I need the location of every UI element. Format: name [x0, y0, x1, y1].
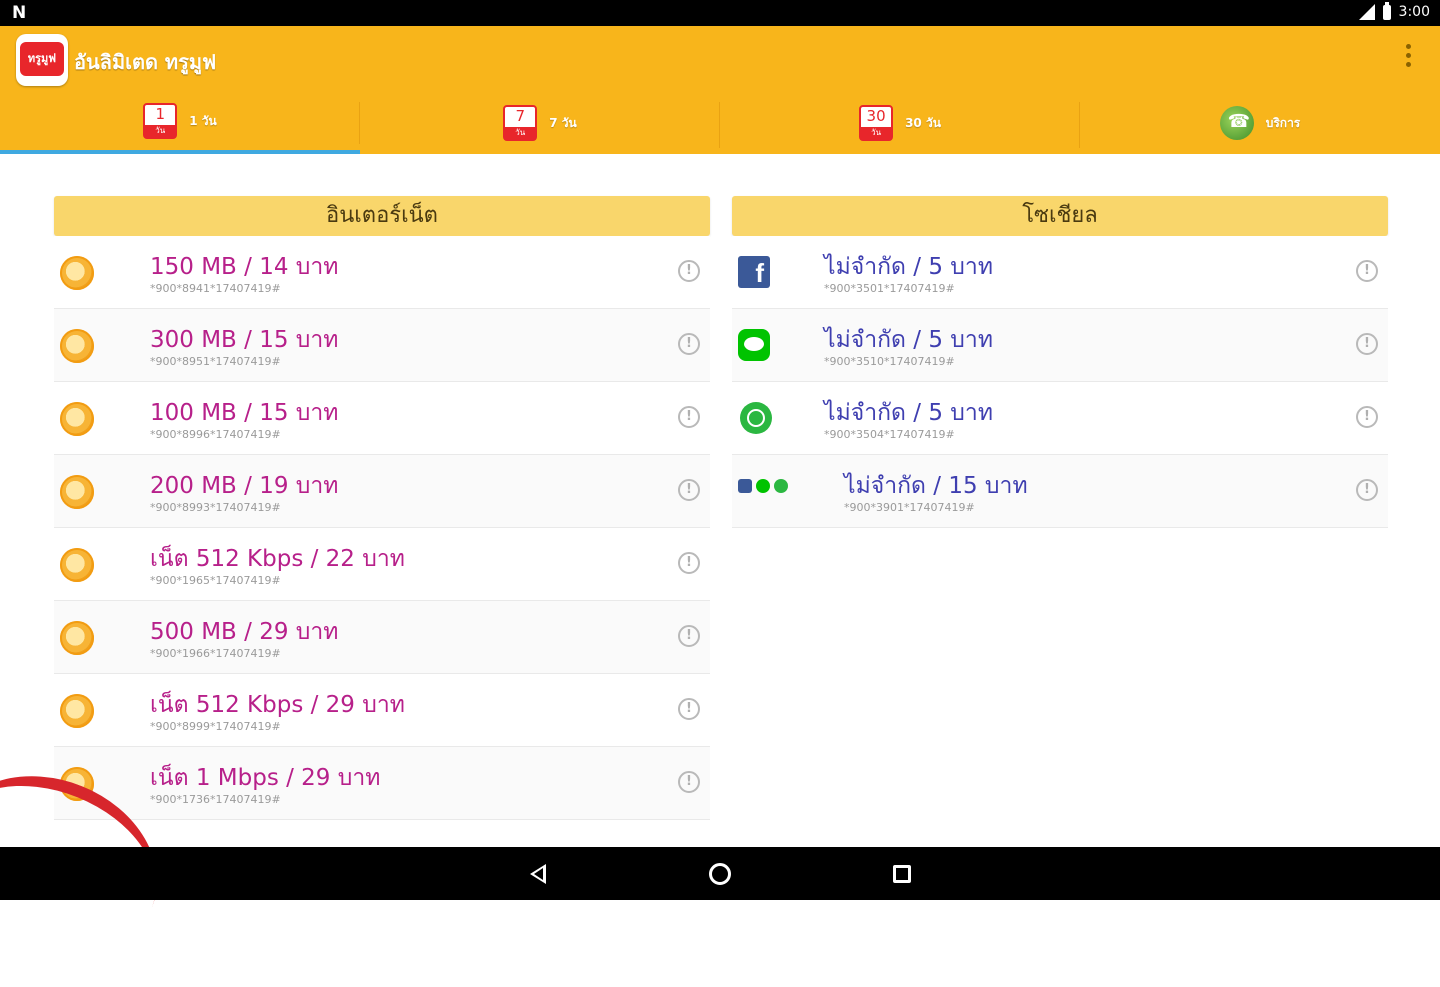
- coin-icon: [60, 694, 94, 728]
- package-row[interactable]: ไม่จำกัด / 5 บาท *900*3510*17407419# !: [732, 309, 1388, 382]
- tab-label: 30 วัน: [905, 115, 941, 130]
- package-row[interactable]: ไม่จำกัด / 5 บาท *900*3504*17407419# !: [732, 382, 1388, 455]
- app-bar: ทรูมูฟ อันลิมิเตด ทรูมูฟ: [0, 26, 1440, 93]
- section-header-social: โซเชียล: [732, 196, 1388, 236]
- ussd-code: *900*3501*17407419#: [824, 282, 955, 295]
- signal-icon: [1358, 4, 1375, 20]
- system-nav-bar: [0, 847, 1440, 900]
- battery-icon: [1382, 1, 1391, 20]
- package-title: 200 MB / 19 บาท: [150, 473, 339, 499]
- coin-icon: [60, 329, 94, 363]
- info-icon[interactable]: !: [678, 406, 700, 428]
- package-row[interactable]: เน็ต 512 Kbps / 29 บาท *900*8999*1740741…: [54, 674, 710, 747]
- info-icon[interactable]: !: [1356, 260, 1378, 282]
- app-title: อันลิมิเตด ทรูมูฟ: [74, 50, 217, 74]
- internet-packages: อินเตอร์เน็ต 150 MB / 14 บาท *900*8941*1…: [54, 196, 710, 820]
- tab-1-day[interactable]: 1 วัน 1 วัน: [0, 92, 360, 154]
- back-icon[interactable]: [526, 860, 554, 888]
- coin-icon: [60, 621, 94, 655]
- info-icon[interactable]: !: [678, 552, 700, 574]
- info-icon[interactable]: !: [1356, 479, 1378, 501]
- line-icon: [738, 329, 770, 361]
- ussd-code: *900*3510*17407419#: [824, 355, 955, 368]
- package-title: ไม่จำกัด / 15 บาท: [844, 473, 1028, 499]
- info-icon[interactable]: !: [1356, 333, 1378, 355]
- package-row[interactable]: ไม่จำกัด / 5 บาท *900*3501*17407419# !: [732, 236, 1388, 309]
- tab-30-days[interactable]: 30 วัน 30 วัน: [720, 92, 1080, 154]
- package-title: เน็ต 512 Kbps / 29 บาท: [150, 692, 405, 718]
- home-icon[interactable]: [706, 860, 734, 888]
- info-icon[interactable]: !: [1356, 406, 1378, 428]
- section-header-internet: อินเตอร์เน็ต: [54, 196, 710, 236]
- info-icon[interactable]: !: [678, 771, 700, 793]
- info-icon[interactable]: !: [678, 260, 700, 282]
- social-packages: โซเชียล ไม่จำกัด / 5 บาท *900*3501*17407…: [732, 196, 1388, 528]
- multi-social-icon: [738, 479, 788, 493]
- package-row[interactable]: 150 MB / 14 บาท *900*8941*17407419# !: [54, 236, 710, 309]
- info-icon[interactable]: !: [678, 479, 700, 501]
- ussd-code: *900*1966*17407419#: [150, 647, 281, 660]
- package-row[interactable]: 500 MB / 29 บาท *900*1966*17407419# !: [54, 601, 710, 674]
- package-title: เน็ต 512 Kbps / 22 บาท: [150, 546, 405, 572]
- coin-icon: [60, 475, 94, 509]
- phone-icon: [1219, 106, 1254, 140]
- package-row[interactable]: ไม่จำกัด / 15 บาท *900*3901*17407419# !: [732, 455, 1388, 528]
- package-list: 150 MB / 14 บาท *900*8941*17407419# ! 30…: [54, 236, 710, 820]
- overflow-menu-icon[interactable]: [1406, 44, 1412, 67]
- ussd-code: *900*8993*17407419#: [150, 501, 281, 514]
- tab-label: 1 วัน: [189, 113, 217, 128]
- tab-bar: 1วัน 1 วัน 7วัน 7 วัน 30วัน 30 วัน บริกา…: [0, 92, 1440, 154]
- tab-label: 7 วัน: [549, 115, 577, 130]
- ussd-code: *900*1965*17407419#: [150, 574, 281, 587]
- ussd-code: *900*8951*17407419#: [150, 355, 281, 368]
- tab-label: บริการ: [1265, 115, 1301, 130]
- info-icon[interactable]: !: [678, 333, 700, 355]
- ussd-code: *900*8996*17407419#: [150, 428, 281, 441]
- package-title: ไม่จำกัด / 5 บาท: [824, 327, 993, 353]
- calendar-icon: 7 วัน: [503, 105, 538, 141]
- ussd-code: *900*8941*17407419#: [150, 282, 281, 295]
- clock: 3:00: [1398, 4, 1430, 20]
- app-logo: ทรูมูฟ: [16, 34, 68, 86]
- package-row[interactable]: 100 MB / 15 บาท *900*8996*17407419# !: [54, 382, 710, 455]
- status-icons: 3:00: [1358, 1, 1430, 20]
- package-title: 500 MB / 29 บาท: [150, 619, 339, 645]
- info-icon[interactable]: !: [678, 625, 700, 647]
- package-title: ไม่จำกัด / 5 บาท: [824, 400, 993, 426]
- package-row[interactable]: เน็ต 1 Mbps / 29 บาท *900*1736*17407419#…: [54, 747, 710, 820]
- package-title: 300 MB / 15 บาท: [150, 327, 339, 353]
- package-title: ไม่จำกัด / 5 บาท: [824, 254, 993, 280]
- app-logo-text: ทรูมูฟ: [20, 42, 64, 76]
- package-title: เน็ต 1 Mbps / 29 บาท: [150, 765, 381, 791]
- ussd-code: *900*1736*17407419#: [150, 793, 281, 806]
- notification-icon: N: [12, 3, 27, 23]
- package-title: 100 MB / 15 บาท: [150, 400, 339, 426]
- facebook-icon: [738, 256, 770, 289]
- package-title: 150 MB / 14 บาท: [150, 254, 339, 280]
- ussd-code: *900*3901*17407419#: [844, 501, 975, 514]
- coin-icon: [60, 402, 94, 436]
- ussd-code: *900*3504*17407419#: [824, 428, 955, 441]
- ussd-code: *900*8999*17407419#: [150, 720, 281, 733]
- coin-icon: [60, 548, 94, 582]
- package-row[interactable]: เน็ต 512 Kbps / 22 บาท *900*1965*1740741…: [54, 528, 710, 601]
- calendar-icon: 1 วัน: [143, 103, 178, 139]
- package-row[interactable]: 200 MB / 19 บาท *900*8993*17407419# !: [54, 455, 710, 528]
- coin-icon: [60, 256, 94, 290]
- whatsapp-icon: [740, 402, 772, 434]
- recent-apps-icon[interactable]: [888, 860, 916, 888]
- tab-services[interactable]: บริการ: [1080, 92, 1440, 154]
- info-icon[interactable]: !: [678, 698, 700, 720]
- package-list: ไม่จำกัด / 5 บาท *900*3501*17407419# ! ไ…: [732, 236, 1388, 528]
- package-row[interactable]: 300 MB / 15 บาท *900*8951*17407419# !: [54, 309, 710, 382]
- calendar-icon: 30 วัน: [859, 105, 894, 141]
- status-bar: N 3:00: [0, 0, 1440, 26]
- tab-7-days[interactable]: 7 วัน 7 วัน: [360, 92, 720, 154]
